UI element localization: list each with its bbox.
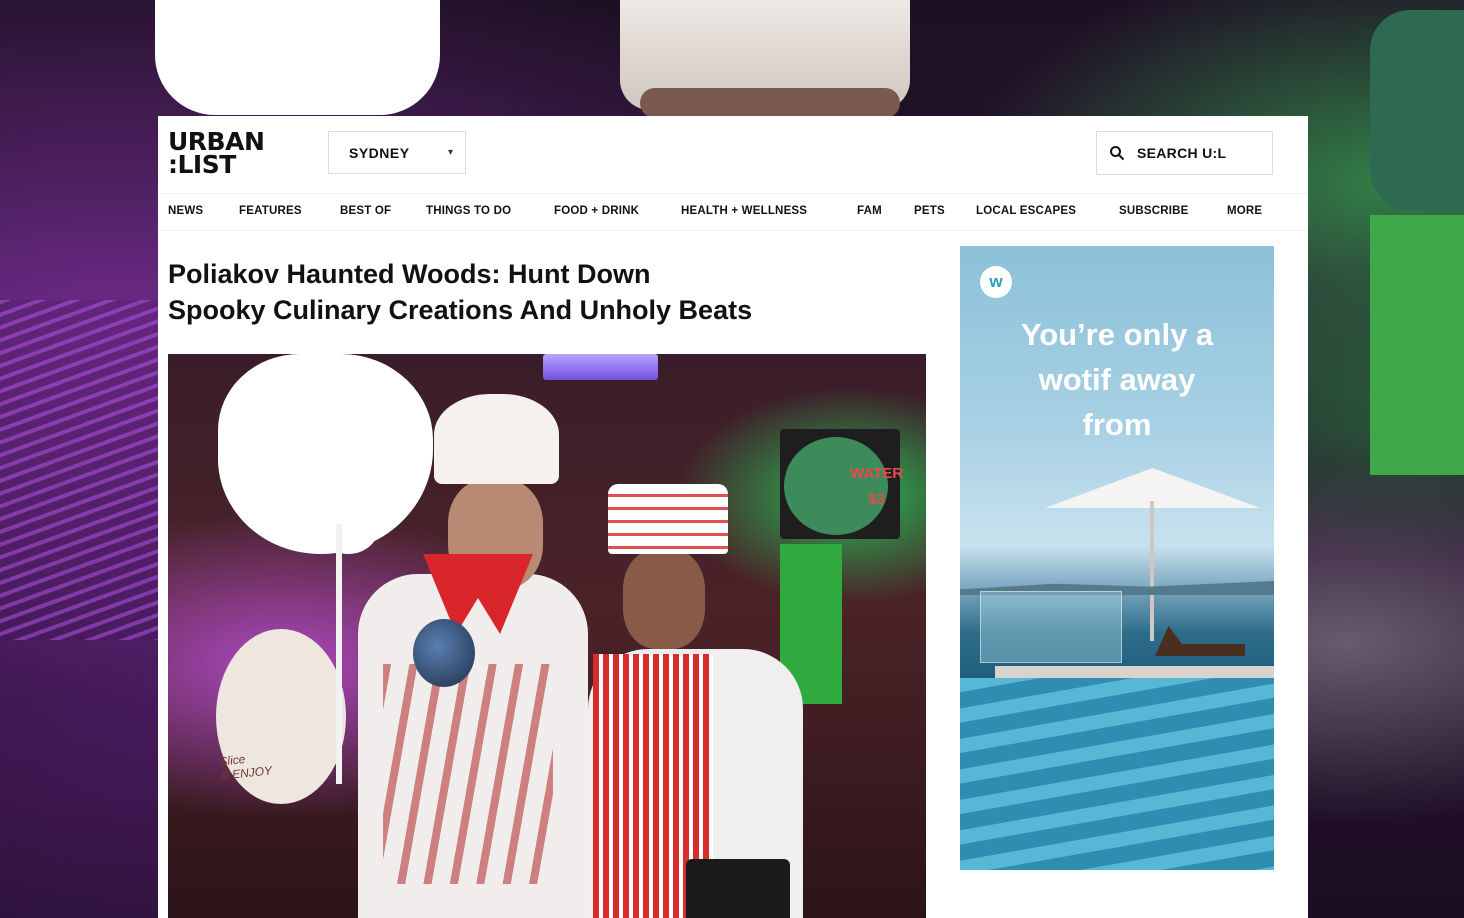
- logo-line-2: :LIST: [168, 150, 236, 179]
- chef-apron-stains: [383, 664, 553, 884]
- nav-fam[interactable]: FAM: [857, 205, 882, 217]
- article-title-line-2: Spooky Culinary Creations And Unholy Bea…: [168, 295, 753, 325]
- nav-more[interactable]: MORE: [1227, 205, 1262, 217]
- article-title: Poliakov Haunted Woods: Hunt Down Spooky…: [168, 256, 908, 328]
- nav-pets[interactable]: PETS: [914, 205, 945, 217]
- nav-food-drink[interactable]: FOOD + DRINK: [554, 205, 639, 217]
- background-sign: [1370, 10, 1464, 210]
- nav-things-to-do[interactable]: THINGS TO DO: [426, 205, 511, 217]
- chef-hat: [434, 394, 559, 484]
- site-header: URBAN :LIST SYDNEY ▾ SEARCH U:L: [158, 116, 1308, 194]
- advertisement-banner[interactable]: w You’re only a wotif away from: [960, 246, 1274, 870]
- drip-decoration-2: [318, 504, 378, 554]
- web-page: URBAN :LIST SYDNEY ▾ SEARCH U:L NEWS FEA…: [158, 116, 1308, 918]
- caret-down-icon: ▾: [447, 147, 453, 158]
- wotif-logo-icon: w: [980, 266, 1012, 298]
- article-title-line-1: Poliakov Haunted Woods: Hunt Down: [168, 259, 651, 289]
- server-face: [623, 549, 705, 649]
- background-face: [640, 88, 900, 118]
- nav-news[interactable]: NEWS: [168, 205, 203, 217]
- water-sign-label: WATER: [850, 465, 904, 482]
- city-selector[interactable]: SYDNEY ▾: [328, 131, 466, 174]
- sun-lounger: [1155, 626, 1245, 656]
- ad-line-1: You’re only a: [1020, 317, 1214, 352]
- ad-line-2: wotif away: [1038, 362, 1196, 397]
- nav-best-of[interactable]: BEST OF: [340, 205, 391, 217]
- ad-headline: You’re only a wotif away from: [960, 312, 1274, 447]
- candy-apple: [413, 619, 475, 687]
- main-nav: NEWS FEATURES BEST OF THINGS TO DO FOOD …: [158, 194, 1308, 231]
- ad-line-3: from: [1082, 407, 1152, 442]
- search-icon: [1110, 146, 1125, 161]
- water-sign-price: $3: [868, 491, 885, 508]
- paper-hat: [608, 484, 728, 554]
- hero-image: Slice & ENJOY WATER $3: [168, 354, 926, 918]
- water-sign-text: WATER $3: [850, 461, 903, 513]
- water-price-sign: WATER $3: [780, 429, 903, 539]
- nav-local-escapes[interactable]: LOCAL ESCAPES: [976, 205, 1076, 217]
- slice-board-text: Slice & ENJOY: [219, 749, 273, 783]
- city-label: SYDNEY: [349, 144, 410, 161]
- neon-light: [543, 354, 658, 380]
- background-drip: [155, 0, 440, 115]
- background-cobweb: [0, 300, 158, 640]
- search-label: SEARCH U:L: [1137, 145, 1227, 161]
- ad-logo-letter: w: [989, 272, 1003, 291]
- nav-subscribe[interactable]: SUBSCRIBE: [1119, 205, 1189, 217]
- site-logo[interactable]: URBAN :LIST: [168, 129, 296, 180]
- search-button[interactable]: SEARCH U:L: [1096, 131, 1273, 175]
- drip-pole: [336, 524, 342, 784]
- umbrella-pole: [1150, 501, 1154, 641]
- nav-features[interactable]: FEATURES: [239, 205, 302, 217]
- swimming-pool: [960, 678, 1274, 870]
- background-green-light: [1370, 215, 1464, 475]
- tablet-device: [686, 859, 790, 918]
- pool-deck: [995, 666, 1274, 678]
- glass-barrier: [980, 591, 1122, 663]
- nav-health-wellness[interactable]: HEALTH + WELLNESS: [681, 205, 807, 217]
